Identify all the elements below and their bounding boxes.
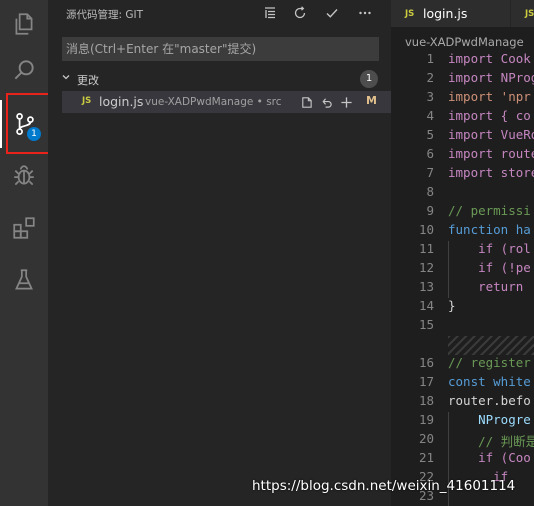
code-text: import route: [448, 146, 534, 161]
line-number: 1: [426, 51, 434, 66]
breadcrumb[interactable]: vue-XADPwdManage: [405, 35, 524, 49]
code-text: return: [448, 279, 531, 294]
tab-second[interactable]: JS: [511, 0, 534, 27]
code-line: 5 import VueRo: [391, 127, 534, 146]
discard-changes-icon[interactable]: [318, 94, 334, 110]
code-text: }: [448, 298, 456, 313]
changed-file-row[interactable]: JS login.js vue-XADPwdManage • src M: [62, 91, 391, 113]
code-text: // register: [448, 355, 531, 370]
chevron-down-icon: [61, 72, 71, 85]
line-number: 13: [418, 279, 434, 294]
js-file-icon: JS: [405, 9, 415, 19]
line-number: 3: [426, 89, 434, 104]
line-number: 11: [418, 241, 434, 256]
code-line: 17 const white: [391, 374, 534, 393]
code-text: const white: [448, 374, 531, 389]
code-text: if (rol: [448, 241, 531, 256]
line-number: 4: [426, 108, 434, 123]
files-icon[interactable]: [0, 0, 48, 48]
code-text: // 判断是: [448, 434, 534, 449]
diff-deleted-hatch: [448, 336, 534, 355]
line-number: 19: [418, 412, 434, 427]
line-number: 16: [418, 355, 434, 370]
code-text: if (!pe: [448, 260, 531, 275]
code-text: import store: [448, 165, 534, 180]
line-number: 14: [418, 298, 434, 313]
editor-area: JS login.js JS vue-XADPwdManage 1 import …: [391, 0, 534, 506]
line-number: 8: [426, 184, 434, 199]
scm-sidebar: 源代码管理: GIT 更改 1 JS login.js vue-XADPwdMa…: [48, 0, 391, 506]
line-number: 10: [418, 222, 434, 237]
code-line: 7 import store: [391, 165, 534, 184]
commit-check-icon[interactable]: [323, 4, 341, 22]
line-number: 15: [418, 317, 434, 332]
view-as-list-icon[interactable]: [261, 4, 279, 22]
watermark: https://blog.csdn.net/weixin_41601114: [252, 478, 516, 494]
code-line: 18 router.befo: [391, 393, 534, 412]
code-line: 14}: [391, 298, 534, 317]
code-line: 21 if (Coo: [391, 450, 534, 469]
code-text: import VueRo: [448, 127, 534, 142]
line-number: 18: [418, 393, 434, 408]
line-number: 20: [418, 431, 434, 446]
search-icon[interactable]: [0, 46, 48, 94]
code-line: 12 if (!pe: [391, 260, 534, 279]
debug-icon[interactable]: [0, 152, 48, 200]
scm-header: 源代码管理: GIT: [48, 0, 391, 27]
line-number: 12: [418, 260, 434, 275]
line-number: 5: [426, 127, 434, 142]
code-text: import NProg: [448, 70, 534, 85]
code-line: 19 NProgre: [391, 412, 534, 431]
code-line: 3 import 'npr: [391, 89, 534, 108]
code-line: 16 // register: [391, 355, 534, 374]
line-number: 6: [426, 146, 434, 161]
code-line: 2 import NProg: [391, 70, 534, 89]
code-text: router.befo: [448, 393, 531, 408]
commit-message-input[interactable]: [62, 37, 379, 61]
tab-login-js[interactable]: JS login.js: [391, 0, 510, 27]
open-file-icon[interactable]: [298, 94, 314, 110]
changes-count-badge: 1: [360, 70, 378, 88]
line-number: 17: [418, 374, 434, 389]
js-file-icon: JS: [525, 9, 534, 19]
code-text: if (Coo: [448, 450, 531, 465]
modified-status-badge: M: [366, 94, 377, 107]
code-line: 11 if (rol: [391, 241, 534, 260]
code-line: 13 return: [391, 279, 534, 298]
file-name: login.js: [99, 94, 144, 109]
code-text: import { co: [448, 108, 531, 123]
code-line: 15: [391, 317, 534, 336]
code-line: 10 function ha: [391, 222, 534, 241]
code-line: 4 import { co: [391, 108, 534, 127]
code-line: 9 // permissi: [391, 203, 534, 222]
code-line: 8: [391, 184, 534, 203]
file-description: vue-XADPwdManage • src: [145, 96, 282, 108]
line-number: 7: [426, 165, 434, 180]
tab-label: login.js: [423, 6, 468, 21]
more-actions-icon[interactable]: [356, 4, 374, 22]
line-number: 9: [426, 203, 434, 218]
tab-bar: JS login.js JS: [391, 0, 534, 27]
activity-bar: 1: [0, 0, 48, 506]
changes-group-header[interactable]: 更改 1: [48, 68, 391, 90]
code-text: import 'npr: [448, 89, 531, 104]
code-text: NProgre: [448, 412, 531, 427]
code-line: 6 import route: [391, 146, 534, 165]
scm-title: 源代码管理: GIT: [66, 9, 144, 21]
code-text: import Cook: [448, 51, 531, 66]
stage-changes-icon[interactable]: [338, 94, 354, 110]
js-file-icon: JS: [82, 96, 92, 106]
testing-icon[interactable]: [0, 256, 48, 304]
code-text: function ha: [448, 222, 531, 237]
line-number: 2: [426, 70, 434, 85]
code-text: // permissi: [448, 203, 531, 218]
changes-label: 更改: [77, 74, 99, 87]
extensions-icon[interactable]: [0, 204, 48, 252]
code-line: 1 import Cook: [391, 51, 534, 70]
code-line: 20 // 判断是: [391, 431, 534, 450]
refresh-icon[interactable]: [291, 4, 309, 22]
line-number: 21: [418, 450, 434, 465]
